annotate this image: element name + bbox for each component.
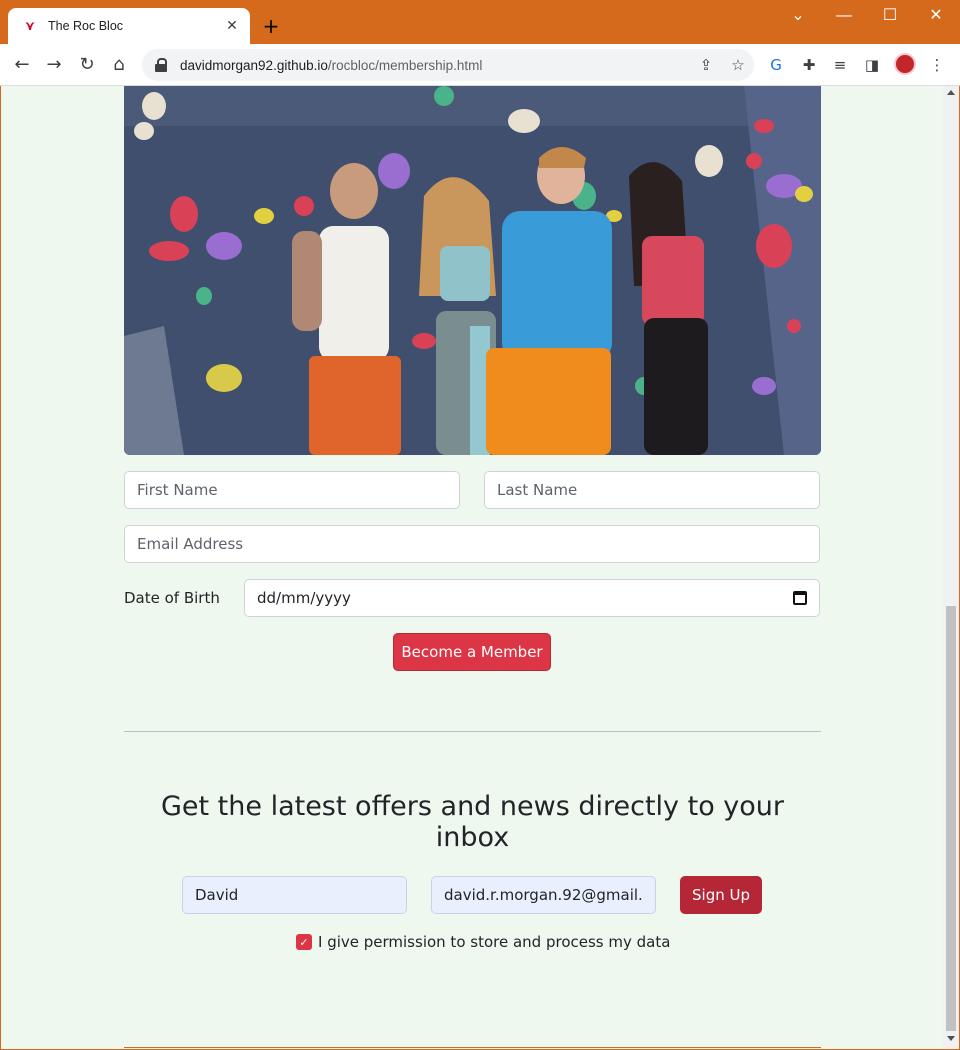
maximize-button[interactable]: ☐: [867, 4, 913, 32]
footer-divider: [124, 1047, 821, 1048]
home-icon[interactable]: ⌂: [105, 52, 133, 78]
date-of-birth-value: dd/mm/yyyy: [257, 589, 351, 607]
scroll-up-arrow-icon[interactable]: [947, 90, 955, 95]
page-scrollbar[interactable]: [943, 86, 959, 1049]
minimize-button[interactable]: —: [821, 4, 867, 32]
climbers-photo: [124, 86, 821, 455]
tab-close-icon[interactable]: ✕: [224, 18, 240, 34]
bookmark-star-icon[interactable]: ☆: [722, 56, 754, 74]
close-window-button[interactable]: ✕: [913, 4, 959, 32]
sign-up-button[interactable]: Sign Up: [680, 876, 762, 914]
last-name-input[interactable]: [484, 471, 820, 509]
forward-arrow-icon[interactable]: →: [40, 52, 68, 78]
scroll-thumb[interactable]: [946, 606, 956, 1031]
share-icon[interactable]: ⇪: [690, 56, 722, 74]
calendar-icon[interactable]: [793, 591, 807, 605]
address-bar[interactable]: davidmorgan92.github.io/rocbloc/membersh…: [142, 49, 754, 81]
menu-dots-icon[interactable]: ⋮: [926, 54, 948, 76]
new-tab-button[interactable]: +: [258, 14, 284, 40]
side-panel-icon[interactable]: ◨: [861, 54, 883, 76]
date-of-birth-input[interactable]: dd/mm/yyyy: [244, 579, 820, 617]
tab-search-icon[interactable]: ⌄: [775, 4, 821, 32]
lock-icon[interactable]: [154, 58, 168, 72]
page-viewport: Date of Birth dd/mm/yyyy Become a Member…: [1, 86, 959, 1049]
section-divider: [124, 731, 821, 732]
translate-extension-icon[interactable]: G: [765, 54, 787, 76]
scroll-down-arrow-icon[interactable]: [947, 1036, 955, 1041]
consent-label[interactable]: I give permission to store and process m…: [318, 933, 670, 951]
media-queue-icon[interactable]: ≡: [829, 54, 851, 76]
browser-tab[interactable]: ⋎ The Roc Bloc ✕: [8, 8, 250, 44]
newsletter-title: Get the latest offers and news directly …: [160, 791, 785, 853]
first-name-input[interactable]: [124, 471, 460, 509]
browser-titlebar: ⋎ The Roc Bloc ✕ + ⌄ — ☐ ✕: [0, 0, 960, 44]
consent-row: ✓ I give permission to store and process…: [296, 933, 670, 951]
roc-bloc-favicon-icon: ⋎: [24, 18, 36, 34]
extensions-puzzle-icon[interactable]: ✚: [798, 54, 820, 76]
reload-icon[interactable]: ↻: [73, 52, 101, 78]
tab-title: The Roc Bloc: [48, 19, 124, 33]
browser-toolbar: ← → ↻ ⌂ davidmorgan92.github.io/rocbloc/…: [0, 44, 960, 86]
email-address-input[interactable]: [124, 525, 820, 563]
become-member-button[interactable]: Become a Member: [393, 633, 551, 671]
date-of-birth-label: Date of Birth: [124, 589, 220, 607]
profile-avatar[interactable]: [894, 53, 916, 75]
back-arrow-icon[interactable]: ←: [8, 52, 36, 78]
climbing-wall-image: [124, 86, 821, 455]
url-text[interactable]: davidmorgan92.github.io/rocbloc/membersh…: [180, 58, 690, 73]
newsletter-name-input[interactable]: [182, 876, 407, 914]
consent-checkbox[interactable]: ✓: [296, 934, 312, 950]
newsletter-email-input[interactable]: [431, 876, 656, 914]
